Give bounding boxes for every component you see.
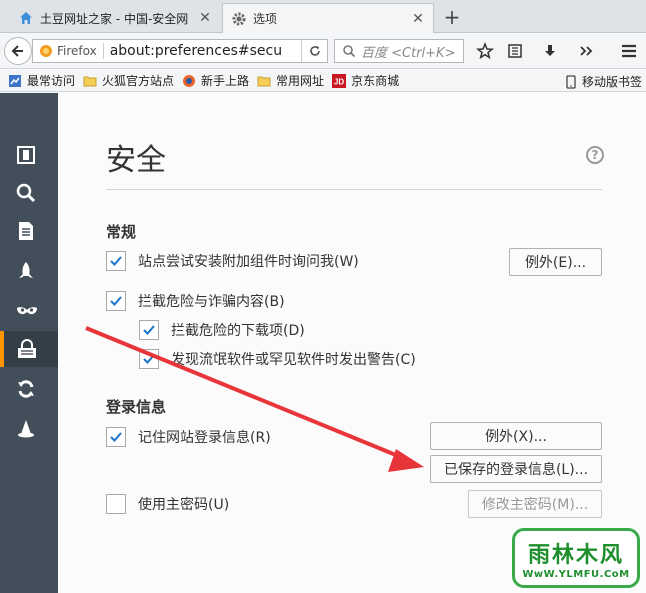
tab-options[interactable]: 选项 ✕: [222, 3, 434, 33]
bookmarks-toolbar: 最常访问 火狐官方站点 新手上路 常用网址 JD 京东商城 移动版书签: [0, 70, 646, 92]
new-tab-button[interactable]: +: [440, 6, 464, 28]
preferences-sidebar: [0, 93, 58, 593]
folder-icon: [83, 74, 97, 88]
back-button[interactable]: [4, 37, 32, 65]
close-icon[interactable]: ✕: [198, 10, 212, 26]
identity-box[interactable]: Firefox: [33, 43, 104, 59]
bookmarks-menu-icon[interactable]: [505, 41, 525, 61]
jd-icon: JD: [332, 73, 347, 88]
tab-strip: 土豆网址之家 - 中国-安全网 ✕ 选项 ✕ +: [0, 0, 646, 33]
checkmark-icon: [143, 325, 155, 335]
arrow-left-icon: [11, 45, 23, 57]
svg-text:JD: JD: [334, 77, 344, 86]
preferences-main: 安全 ? 常规 站点尝试安装附加组件时询问我(W) 例外(E)... 拦截危险与…: [58, 93, 646, 593]
lock-icon: [18, 339, 36, 358]
rocket-icon: [19, 262, 33, 278]
bookmark-firefox-site[interactable]: 火狐官方站点: [83, 72, 174, 89]
checkmark-icon: [110, 432, 122, 442]
sidebar-item-applications[interactable]: [0, 253, 58, 289]
title-divider: [106, 189, 602, 190]
tab-label: 选项: [253, 12, 278, 26]
gear-icon: [231, 11, 247, 27]
bookmark-getting-started[interactable]: 新手上路: [182, 72, 249, 89]
search-input[interactable]: 百度 <Ctrl+K>: [334, 39, 464, 63]
sidebar-item-security[interactable]: [0, 331, 58, 367]
mask-icon: [17, 307, 37, 315]
watermark-logo: 雨林木风 WwW.YLMFU.CoM: [512, 528, 640, 588]
bookmark-star-icon[interactable]: [475, 41, 495, 61]
section-logins-heading: 登录信息: [106, 398, 167, 416]
bookmark-common-sites[interactable]: 常用网址: [257, 72, 324, 89]
document-icon: [19, 222, 33, 240]
home-icon: [18, 10, 34, 26]
help-icon[interactable]: ?: [586, 146, 604, 164]
checkmark-icon: [110, 256, 122, 266]
wizard-hat-icon: [18, 420, 34, 438]
download-icon[interactable]: [540, 41, 560, 61]
tab-label: 土豆网址之家 - 中国-安全网: [40, 11, 189, 26]
block-dangerous-checkbox[interactable]: [106, 291, 126, 311]
master-password-checkbox[interactable]: [106, 494, 126, 514]
watermark-logo-text: 雨林木风: [527, 542, 624, 568]
bookmark-most-visited[interactable]: 最常访问: [8, 72, 75, 89]
addon-warn-label: 站点尝试安装附加组件时询问我(W): [138, 254, 359, 270]
block-dangerous-label: 拦截危险与诈骗内容(B): [138, 294, 285, 310]
watermark-url: WwW.YLMFU.CoM: [522, 568, 630, 580]
firefox-icon: [182, 74, 196, 88]
nav-bar: Firefox about:preferences#secu 百度 <Ctrl+…: [0, 33, 646, 69]
remember-logins-label: 记住网站登录信息(R): [138, 430, 271, 446]
checkmark-icon: [143, 354, 155, 364]
block-downloads-checkbox[interactable]: [139, 320, 159, 340]
sidebar-item-advanced[interactable]: [0, 411, 58, 447]
most-visited-icon: [8, 74, 22, 88]
block-downloads-label: 拦截危险的下载项(D): [171, 323, 305, 339]
sidebar-item-general[interactable]: [0, 137, 58, 173]
block-dangerous-row[interactable]: 拦截危险与诈骗内容(B): [106, 291, 285, 311]
tab-tudou[interactable]: 土豆网址之家 - 中国-安全网 ✕: [10, 3, 220, 33]
search-icon: [343, 45, 356, 58]
general-icon: [17, 146, 35, 164]
master-password-row[interactable]: 使用主密码(U): [106, 494, 229, 514]
folder-icon: [257, 74, 271, 88]
warn-unwanted-label: 发现流氓软件或罕见软件时发出警告(C): [171, 352, 416, 368]
addon-warn-row[interactable]: 站点尝试安装附加组件时询问我(W): [106, 251, 359, 271]
firefox-icon: [40, 45, 52, 57]
warn-unwanted-checkbox[interactable]: [139, 349, 159, 369]
sync-icon: [18, 380, 34, 398]
sidebar-item-content[interactable]: [0, 213, 58, 249]
bookmark-mobile[interactable]: 移动版书签: [566, 73, 642, 90]
section-general-heading: 常规: [106, 223, 137, 241]
overflow-chevron-icon[interactable]: [576, 41, 596, 61]
change-master-password-button[interactable]: 修改主密码(M)...: [468, 490, 602, 518]
master-password-label: 使用主密码(U): [138, 497, 230, 513]
url-input[interactable]: about:preferences#secu: [104, 43, 301, 59]
mobile-icon: [566, 74, 578, 89]
reload-button[interactable]: [301, 40, 327, 62]
login-exceptions-button[interactable]: 例外(X)...: [430, 422, 602, 450]
close-icon[interactable]: ✕: [411, 11, 425, 27]
search-icon: [16, 183, 36, 203]
bookmark-jd[interactable]: JD 京东商城: [332, 72, 399, 89]
remember-logins-row[interactable]: 记住网站登录信息(R): [106, 427, 271, 447]
remember-logins-checkbox[interactable]: [106, 427, 126, 447]
warn-unwanted-row[interactable]: 发现流氓软件或罕见软件时发出警告(C): [139, 349, 416, 369]
sidebar-item-search[interactable]: [0, 175, 58, 211]
block-downloads-row[interactable]: 拦截危险的下载项(D): [139, 320, 305, 340]
hamburger-menu-icon[interactable]: [619, 41, 639, 61]
saved-logins-button[interactable]: 已保存的登录信息(L)...: [430, 455, 602, 483]
url-bar[interactable]: Firefox about:preferences#secu: [32, 39, 328, 63]
checkmark-icon: [110, 296, 122, 306]
addon-warn-checkbox[interactable]: [106, 251, 126, 271]
sidebar-item-sync[interactable]: [0, 371, 58, 407]
sidebar-item-privacy[interactable]: [0, 293, 58, 329]
page-title: 安全: [106, 143, 166, 178]
addon-exceptions-button[interactable]: 例外(E)...: [509, 248, 602, 276]
reload-icon: [309, 46, 320, 56]
